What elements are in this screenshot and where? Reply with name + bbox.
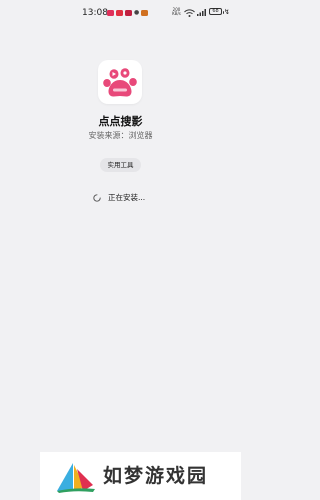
- network-speed: 200 KB/s: [172, 7, 181, 16]
- category-tag: 实用工具: [100, 158, 141, 172]
- paw-icon: [103, 68, 137, 97]
- charging-icon: ↯: [224, 8, 230, 16]
- notification-icons: ●: [107, 9, 149, 16]
- watermark: 如梦游戏园: [40, 452, 241, 500]
- loading-spinner-icon: [93, 193, 101, 202]
- watermark-text: 如梦游戏园: [103, 465, 209, 487]
- app-name: 点点搜影: [98, 115, 143, 128]
- install-source: 安装来源：浏览器: [88, 131, 153, 140]
- notification-icon: [141, 9, 149, 16]
- status-bar: 13:08 ● 200 KB/s 68 ↯: [0, 0, 241, 26]
- app-icon: [98, 60, 142, 104]
- wifi-icon: [184, 9, 195, 17]
- install-status: 正在安装...: [93, 192, 145, 203]
- notification-icon: [107, 9, 114, 16]
- battery-icon: 68: [209, 8, 224, 15]
- notification-icon: [116, 9, 123, 16]
- watermark-logo-icon: [57, 463, 95, 493]
- notification-icon: [125, 9, 132, 16]
- status-time: 13:08: [82, 8, 108, 18]
- install-status-text: 正在安装...: [108, 193, 146, 202]
- cellular-signal-icon: [197, 9, 206, 16]
- location-icon: ●: [134, 9, 140, 16]
